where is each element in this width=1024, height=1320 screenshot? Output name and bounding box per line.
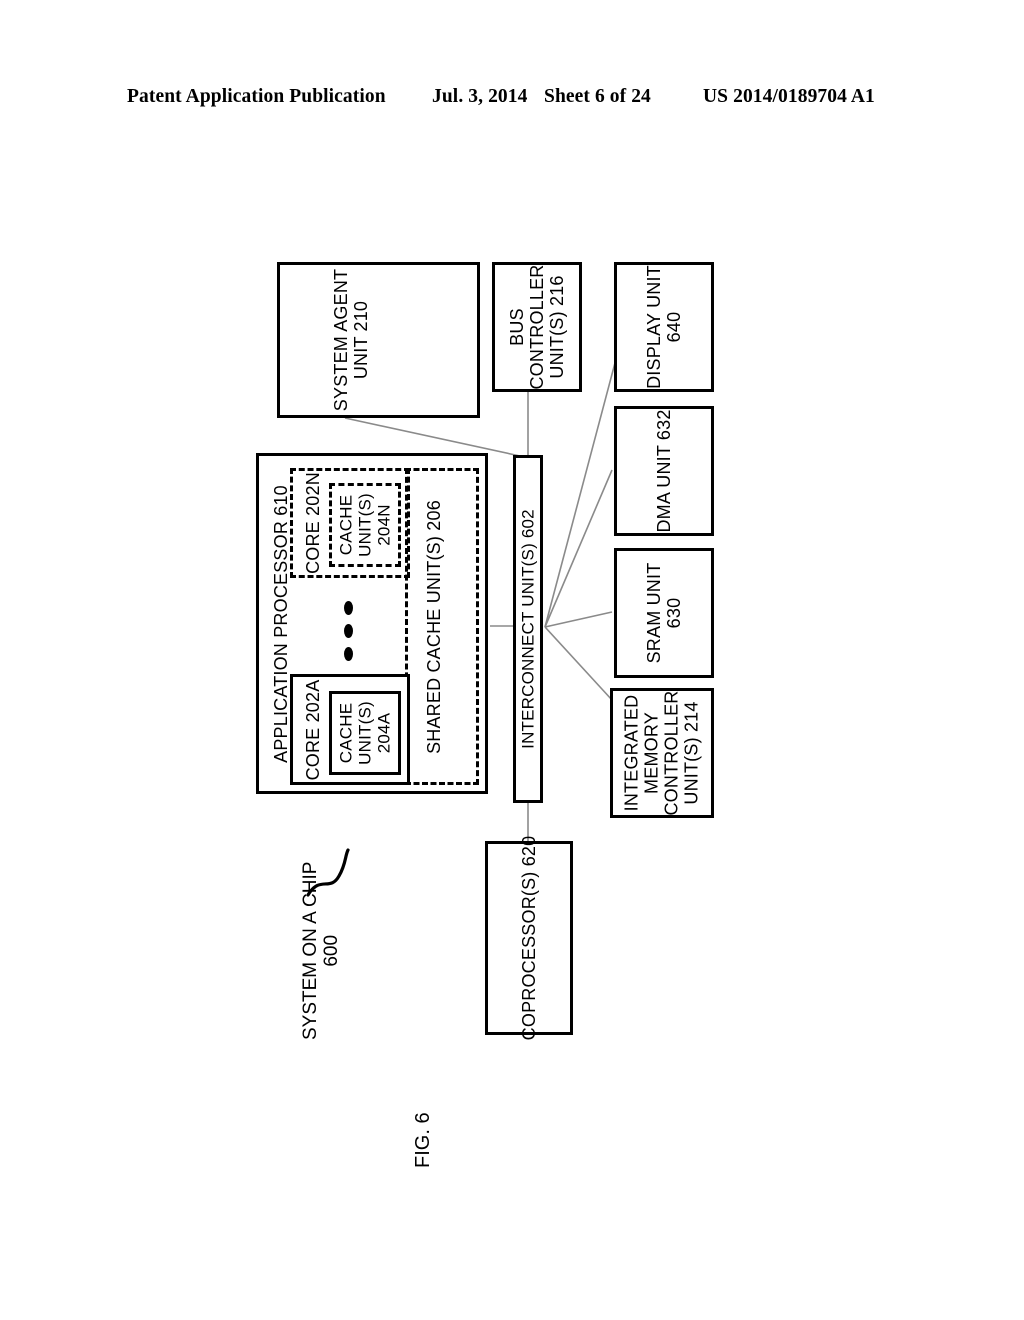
block-display-unit-label: DISPLAY UNIT 640: [644, 265, 684, 389]
cache-a-line3: 204A: [374, 712, 394, 754]
display-unit-line2: 640: [664, 311, 684, 343]
block-core-202n-label: CORE 202N: [303, 472, 323, 574]
bus-controller-line3: UNIT(S) 216: [547, 275, 568, 379]
ellipsis-dot: [344, 601, 353, 615]
callout-title: SYSTEM ON A CHIP: [300, 861, 321, 1040]
sram-unit-line2: 630: [664, 597, 684, 629]
block-coprocessors-label: COPROCESSOR(S) 620: [519, 836, 539, 1041]
interconnect-line1: INTERCONNECT UNIT(S) 602: [518, 509, 538, 749]
imc-line2: MEMORY: [641, 712, 662, 794]
imc-line4: UNIT(S) 214: [682, 701, 703, 805]
block-cache-units-204a[interactable]: CACHE UNIT(S) 204A: [329, 691, 401, 775]
block-cache-units-204n[interactable]: CACHE UNIT(S) 204N: [329, 483, 401, 567]
coprocessor-line1: COPROCESSOR(S) 620: [518, 835, 539, 1041]
figure-label: FIG. 6: [412, 1112, 434, 1168]
block-application-processor[interactable]: APPLICATION PROCESSOR 610 SHARED CACHE U…: [256, 453, 488, 794]
imc-line1: INTEGRATED: [621, 694, 642, 812]
block-shared-cache-units[interactable]: SHARED CACHE UNIT(S) 206: [405, 468, 479, 785]
cache-n-line2: UNIT(S): [355, 493, 375, 557]
cache-a-line2: UNIT(S): [355, 701, 375, 765]
block-core-202a-label: CORE 202A: [303, 679, 323, 780]
ellipsis-dots: [344, 601, 353, 670]
cache-n-line1: CACHE: [336, 494, 356, 556]
sram-unit-line1: SRAM UNIT: [643, 562, 664, 664]
bus-controller-line2: CONTROLLER: [526, 264, 547, 390]
system-agent-line2: UNIT 210: [350, 300, 371, 380]
connector-interconnect-to-memory-controller: [544, 626, 613, 701]
block-cache-units-204n-label: CACHE UNIT(S) 204N: [336, 493, 393, 557]
connector-system-agent-to-interconnect: [344, 417, 521, 457]
block-integrated-memory-controller-units-label: INTEGRATED MEMORY CONTROLLER UNIT(S) 214: [622, 690, 703, 815]
shared-cache-line1: SHARED CACHE UNIT(S) 206: [423, 499, 444, 754]
cache-a-line1: CACHE: [336, 702, 356, 764]
cache-n-line3: 204N: [374, 504, 394, 546]
display-unit-line1: DISPLAY UNIT: [643, 265, 664, 389]
system-agent-line1: SYSTEM AGENT: [330, 268, 351, 412]
block-interconnect-units[interactable]: INTERCONNECT UNIT(S) 602: [513, 455, 543, 803]
imc-line3: CONTROLLER: [662, 690, 682, 816]
application-processor-line1: APPLICATION PROCESSOR 610: [270, 484, 291, 763]
page-header: Patent Application Publication Jul. 3, 2…: [0, 86, 1024, 120]
block-shared-cache-units-label: SHARED CACHE UNIT(S) 206: [424, 500, 444, 754]
block-application-processor-label: APPLICATION PROCESSOR 610: [271, 485, 291, 763]
block-interconnect-units-label: INTERCONNECT UNIT(S) 602: [518, 509, 537, 749]
figure-callout-system-on-a-chip: SYSTEM ON A CHIP 600: [300, 862, 343, 1040]
header-publication-title: Patent Application Publication: [127, 86, 386, 107]
callout-number: 600: [321, 934, 343, 967]
block-cache-units-204a-label: CACHE UNIT(S) 204A: [336, 701, 393, 765]
block-display-unit[interactable]: DISPLAY UNIT 640: [614, 262, 714, 392]
core-n-line1: CORE 202N: [302, 472, 323, 574]
block-bus-controller-units-label: BUS CONTROLLER UNIT(S) 216: [507, 264, 567, 389]
block-sram-unit-label: SRAM UNIT 630: [644, 563, 684, 664]
dma-unit-line1: DMA UNIT 632: [653, 409, 674, 533]
block-dma-unit-label: DMA UNIT 632: [654, 409, 674, 532]
block-system-agent-unit-label: SYSTEM AGENT UNIT 210: [331, 269, 371, 411]
core-a-line1: CORE 202A: [302, 679, 323, 780]
ellipsis-dot: [344, 624, 353, 638]
header-sheet-number: Sheet 6 of 24: [544, 86, 651, 107]
block-coprocessors[interactable]: COPROCESSOR(S) 620: [485, 836, 573, 1040]
block-core-202n[interactable]: CORE 202N CACHE UNIT(S) 204N: [290, 468, 410, 578]
block-core-202a[interactable]: CORE 202A CACHE UNIT(S) 204A: [290, 674, 410, 785]
header-patent-number: US 2014/0189704 A1: [703, 86, 875, 107]
header-date: Jul. 3, 2014: [432, 86, 528, 107]
block-dma-unit[interactable]: DMA UNIT 632: [614, 406, 714, 536]
block-integrated-memory-controller-units[interactable]: INTEGRATED MEMORY CONTROLLER UNIT(S) 214: [610, 688, 714, 818]
block-bus-controller-units[interactable]: BUS CONTROLLER UNIT(S) 216: [492, 262, 582, 392]
connector-lines: [306, 343, 621, 897]
bus-controller-line1: BUS: [506, 308, 527, 346]
connector-interconnect-to-dma-unit: [544, 469, 613, 628]
figure-label-text: FIG. 6: [412, 1112, 434, 1168]
block-system-agent-unit[interactable]: SYSTEM AGENT UNIT 210: [277, 262, 480, 418]
block-sram-unit[interactable]: SRAM UNIT 630: [614, 548, 714, 678]
connector-interconnect-to-sram-unit: [544, 611, 613, 628]
ellipsis-dot: [344, 647, 353, 661]
